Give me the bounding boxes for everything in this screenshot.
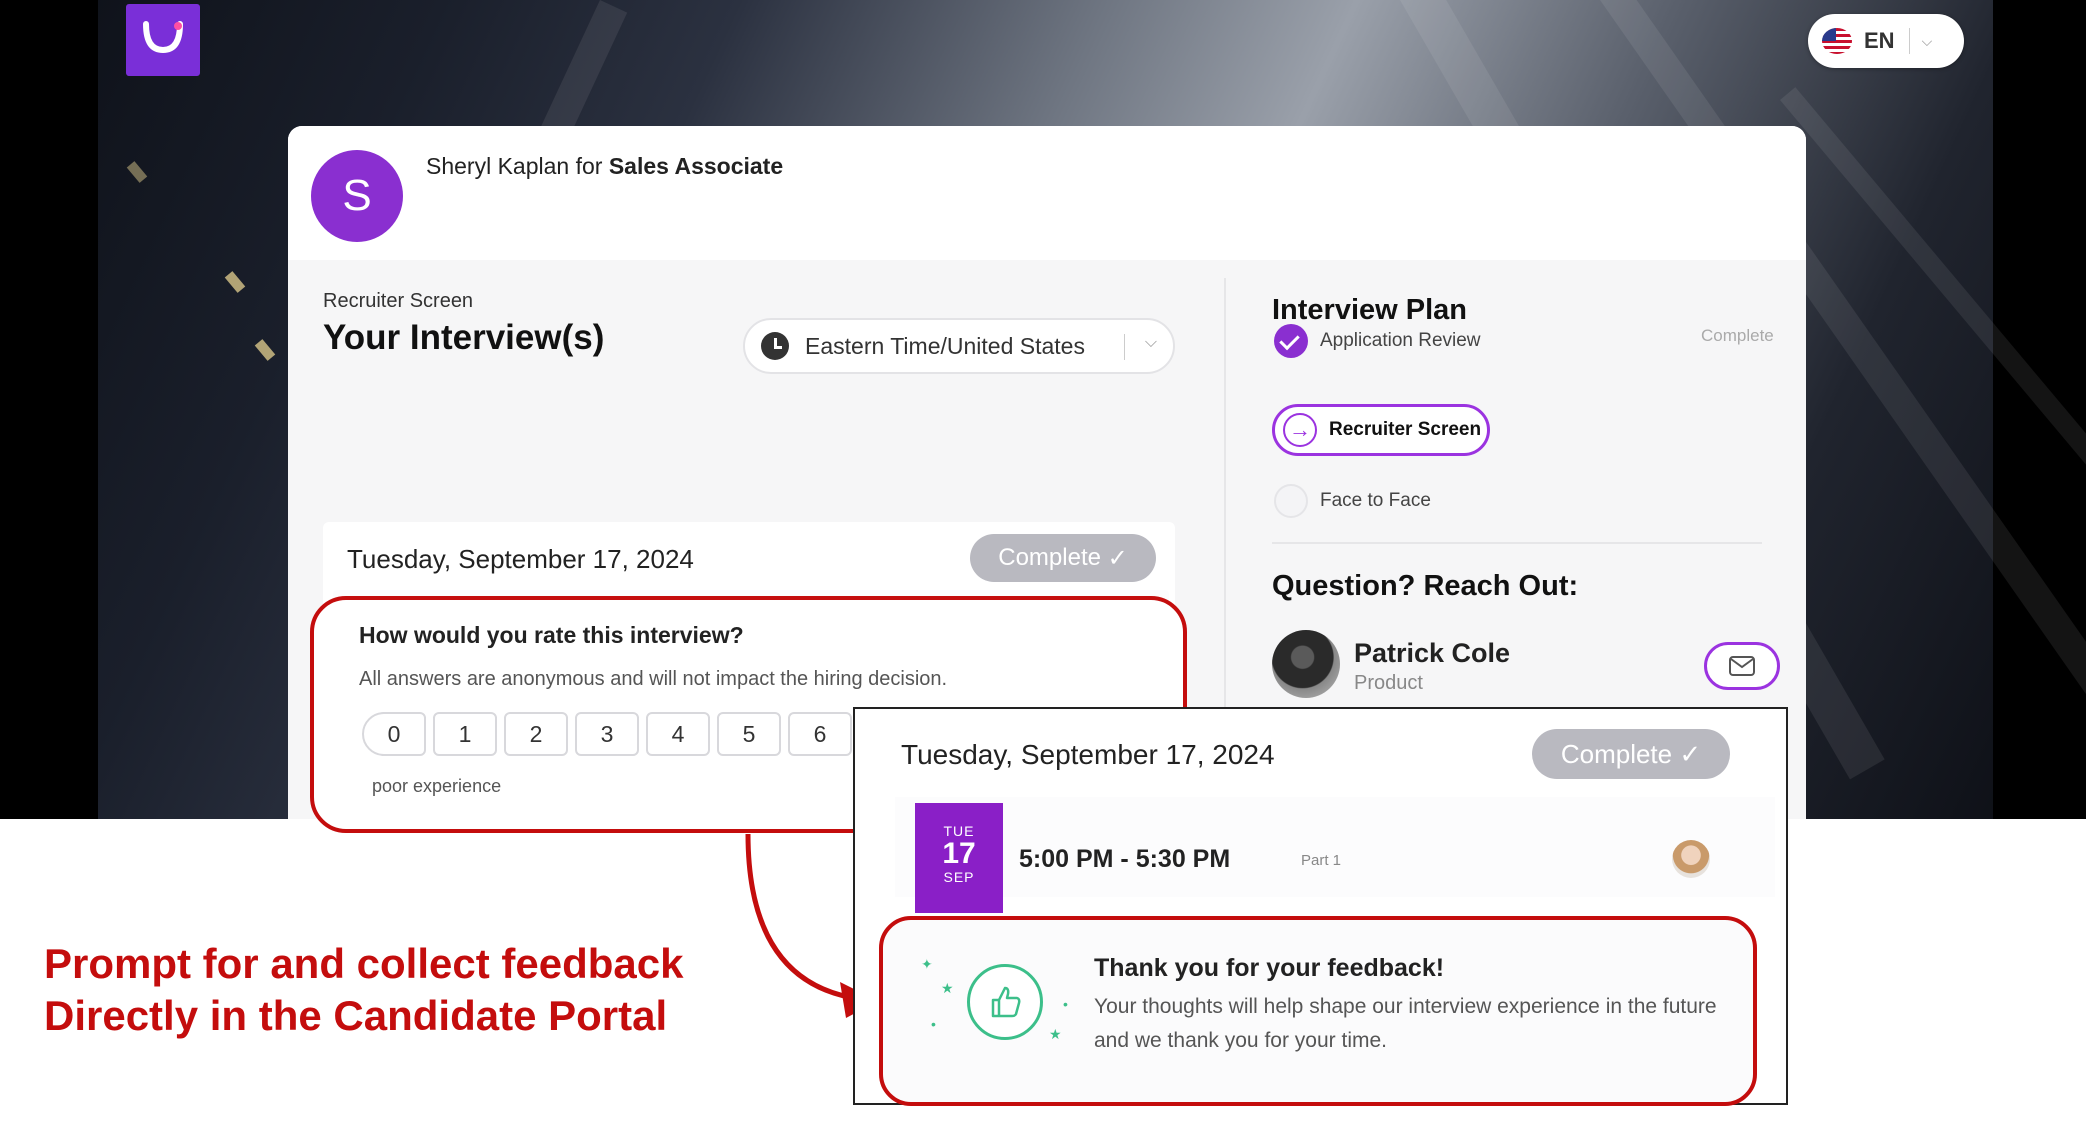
feedback-thanks-callout: ✦ ★ • ★ • Thank you for your feedback! Y… <box>879 916 1757 1106</box>
sparkle-icon: • <box>1063 996 1068 1012</box>
calendar-day: 17 <box>942 837 976 870</box>
caption-line-1: Prompt for and collect feedback <box>44 940 684 987</box>
calendar-month: SEP <box>943 869 975 885</box>
marketing-caption: Prompt for and collect feedback Directly… <box>44 938 683 1042</box>
screen: EN ⌵ S Sheryl Kaplan for Sales Associate… <box>0 0 2086 1136</box>
interview-date: Tuesday, September 17, 2024 <box>901 739 1275 770</box>
sparkle-icon: • <box>931 1016 936 1032</box>
thanks-body: Your thoughts will help shape our interv… <box>1094 995 1717 1052</box>
slot-time: 5:00 PM - 5:30 PM <box>1019 845 1231 873</box>
check-icon: ✓ <box>1679 738 1702 769</box>
status-badge: Complete ✓ <box>1532 729 1730 779</box>
thumbs-up-icon <box>967 964 1043 1040</box>
sparkle-icon: ★ <box>1049 1026 1062 1042</box>
sparkle-icon: ★ <box>941 980 954 996</box>
caption-line-2: Directly in the Candidate Portal <box>44 992 668 1039</box>
sparkle-icon: ✦ <box>921 956 933 972</box>
thanks-title: Thank you for your feedback! <box>1094 954 1445 982</box>
interviewer-avatar[interactable] <box>1672 840 1710 878</box>
slot-part: Part 1 <box>1301 852 1342 869</box>
calendar-badge: TUE 17 SEP <box>915 803 1003 913</box>
